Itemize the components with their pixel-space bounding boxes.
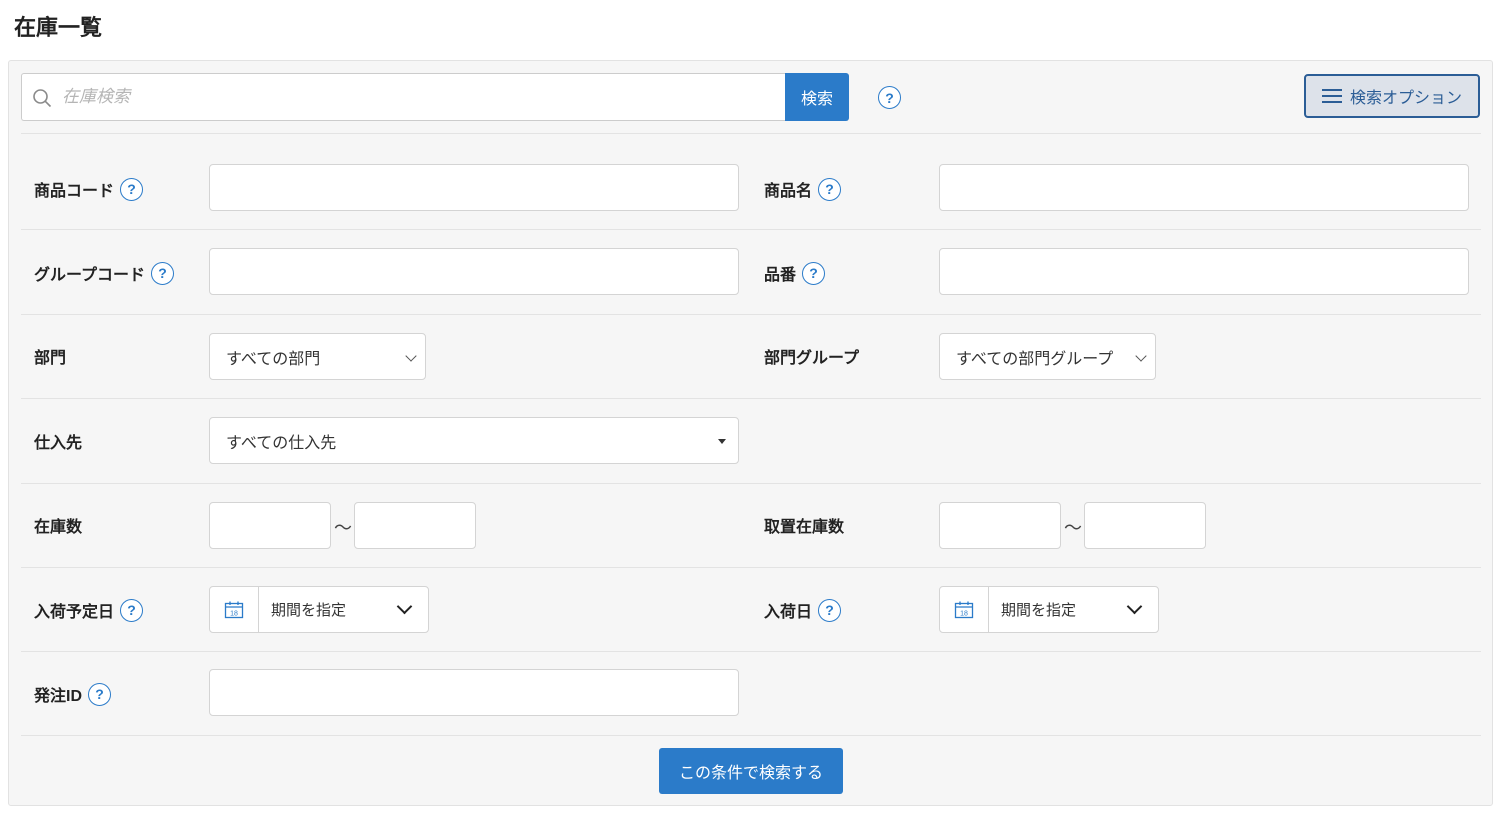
search-help-icon[interactable]: ? <box>878 86 901 109</box>
chevron-down-icon <box>1135 350 1147 362</box>
help-icon[interactable]: ? <box>818 598 842 622</box>
submit-search-button[interactable]: この条件で検索する <box>659 748 843 794</box>
expected-arrival-date-picker[interactable]: 18 期間を指定 <box>209 586 429 633</box>
item-number-input[interactable] <box>939 248 1469 295</box>
range-separator: 〜 <box>334 518 352 538</box>
divider <box>21 735 1481 736</box>
search-button[interactable]: 検索 <box>785 73 849 121</box>
reserved-qty-label: 取置在庫数 <box>764 519 845 536</box>
department-group-select[interactable]: すべての部門グループ <box>939 333 1156 380</box>
divider <box>21 651 1481 652</box>
supplier-label: 仕入先 <box>34 435 83 452</box>
help-icon[interactable]: ? <box>151 261 175 285</box>
group-code-label: グループコード ? <box>34 260 175 286</box>
search-input[interactable] <box>60 74 780 120</box>
range-separator: 〜 <box>1064 518 1082 538</box>
group-code-input[interactable] <box>209 248 739 295</box>
product-name-label: 商品名 ? <box>764 176 842 202</box>
stock-qty-max-input[interactable] <box>354 502 476 549</box>
help-icon[interactable]: ? <box>818 177 842 201</box>
date-range-label: 期間を指定 <box>271 602 347 619</box>
product-code-input[interactable] <box>209 164 739 211</box>
search-icon <box>33 89 52 108</box>
caret-down-icon <box>718 439 726 444</box>
arrival-date-label: 入荷日 ? <box>764 597 842 623</box>
menu-icon <box>1321 88 1342 104</box>
divider <box>21 483 1481 484</box>
chevron-down-icon <box>1126 598 1143 615</box>
svg-text:18: 18 <box>960 610 968 617</box>
search-options-button[interactable]: 検索オプション <box>1304 74 1480 118</box>
order-id-input[interactable] <box>209 669 739 716</box>
help-icon[interactable]: ? <box>802 261 826 285</box>
divider <box>21 398 1481 399</box>
item-number-label: 品番 ? <box>764 260 826 286</box>
reserved-qty-max-input[interactable] <box>1084 502 1206 549</box>
calendar-icon: 18 <box>940 587 989 632</box>
calendar-icon: 18 <box>210 587 259 632</box>
search-box[interactable] <box>21 73 785 121</box>
stock-qty-min-input[interactable] <box>209 502 331 549</box>
divider <box>21 229 1481 230</box>
help-icon[interactable]: ? <box>120 177 144 201</box>
divider <box>21 567 1481 568</box>
supplier-select[interactable]: すべての仕入先 <box>209 417 739 464</box>
department-label: 部門 <box>34 350 67 367</box>
svg-text:18: 18 <box>230 610 238 617</box>
page-title: 在庫一覧 <box>14 15 103 40</box>
stock-qty-label: 在庫数 <box>34 519 83 536</box>
product-code-label: 商品コード ? <box>34 176 144 202</box>
divider <box>21 133 1481 134</box>
department-group-label: 部門グループ <box>764 350 860 367</box>
date-range-label: 期間を指定 <box>1001 602 1077 619</box>
arrival-date-picker[interactable]: 18 期間を指定 <box>939 586 1159 633</box>
search-panel: 検索 ? 検索オプション 商品コード ? 商品名 ? グループコード ? 品番 … <box>8 60 1493 806</box>
help-icon[interactable]: ? <box>88 682 112 706</box>
order-id-label: 発注ID ? <box>34 681 112 707</box>
chevron-down-icon <box>396 598 413 615</box>
help-icon[interactable]: ? <box>120 598 144 622</box>
reserved-qty-min-input[interactable] <box>939 502 1061 549</box>
divider <box>21 314 1481 315</box>
chevron-down-icon <box>405 350 417 362</box>
product-name-input[interactable] <box>939 164 1469 211</box>
search-options-label: 検索オプション <box>1349 90 1462 107</box>
expected-arrival-label: 入荷予定日 ? <box>34 597 144 623</box>
department-select[interactable]: すべての部門 <box>209 333 426 380</box>
